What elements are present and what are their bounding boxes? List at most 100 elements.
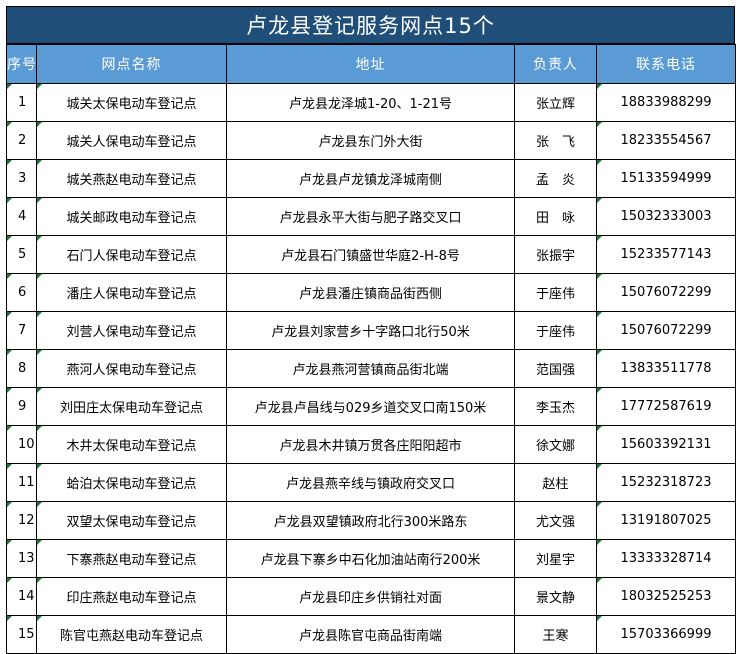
- row-address-cell: 卢龙县燕河营镇商品街北端: [226, 349, 515, 388]
- row-seq-cell: 6: [6, 273, 37, 312]
- row-phone-cell: 18833988299: [596, 83, 736, 122]
- header-row: 序号 网点名称 地址 负责人 联系电话: [6, 44, 736, 84]
- row-phone-cell: 13333328714: [596, 539, 736, 578]
- registration-points-sheet: 卢龙县登记服务网点15个 序号 网点名称 地址 负责人 联系电话 1 城关太保电动…: [6, 6, 736, 654]
- row-name-cell: 木井太保电动车登记点: [36, 425, 227, 464]
- table-row: 6 潘庄人保电动车登记点 卢龙县潘庄镇商品街西侧 于座伟 15076072299: [6, 273, 736, 312]
- header-seq: 序号: [6, 44, 37, 84]
- row-phone-cell: 15232318723: [596, 463, 736, 502]
- row-seq-cell: 13: [6, 539, 37, 578]
- row-seq-cell: 3: [6, 159, 37, 198]
- row-phone-cell: 15032333003: [596, 197, 736, 236]
- table-row: 9 刘田庄太保电动车登记点 卢龙县卢昌线与029乡道交叉口南150米 李玉杰 17772…: [6, 387, 736, 426]
- row-phone-cell: 15233577143: [596, 235, 736, 274]
- table-row: 11 蛤泊太保电动车登记点 卢龙县燕辛线与镇政府交叉口 赵柱 15232318723: [6, 463, 736, 502]
- row-person-cell: 赵柱: [514, 463, 597, 502]
- row-name-cell: 双望太保电动车登记点: [36, 501, 227, 540]
- row-address-cell: 卢龙县东门外大街: [226, 121, 515, 160]
- row-address-cell: 卢龙县下寨乡中石化加油站南行200米: [226, 539, 515, 578]
- row-phone-cell: 15603392131: [596, 425, 736, 464]
- row-person-cell: 刘星宇: [514, 539, 597, 578]
- row-person-cell: 于座伟: [514, 273, 597, 312]
- row-address-cell: 卢龙县陈官屯商品街南端: [226, 615, 515, 654]
- row-phone-cell: 13191807025: [596, 501, 736, 540]
- table-row: 2 城关人保电动车登记点 卢龙县东门外大街张 飞 18233554567: [6, 121, 736, 160]
- table-row: 12 双望太保电动车登记点 卢龙县双望镇政府北行300米路东 尤文强 131918070…: [6, 501, 736, 540]
- header-address: 地址: [226, 44, 515, 84]
- row-address-cell: 卢龙县卢昌线与029乡道交叉口南150米: [226, 387, 515, 426]
- row-seq-cell: 2: [6, 121, 37, 160]
- table-row: 15 陈官屯燕赵电动车登记点 卢龙县陈官屯商品街南端 王寒 15703366999: [6, 615, 736, 654]
- row-person-cell: 范国强: [514, 349, 597, 388]
- table-row: 8 燕河人保电动车登记点 卢龙县燕河营镇商品街北端 范国强 13833511778: [6, 349, 736, 388]
- table-row: 1 城关太保电动车登记点 卢龙县龙泽城1-20、1-21号 张立辉 1883398829…: [6, 83, 736, 122]
- row-phone-cell: 18032525253: [596, 577, 736, 616]
- table-row: 13 下寨燕赵电动车登记点 卢龙县下寨乡中石化加油站南行200米 刘星宇 1333332…: [6, 539, 736, 578]
- row-phone-cell: 15703366999: [596, 615, 736, 654]
- table-row: 3 城关燕赵电动车登记点 卢龙县卢龙镇龙泽城南侧孟 炎 15133594999: [6, 159, 736, 198]
- row-phone-cell: 13833511778: [596, 349, 736, 388]
- row-phone-cell: 17772587619: [596, 387, 736, 426]
- row-seq-cell: 11: [6, 463, 37, 502]
- row-name-cell: 印庄燕赵电动车登记点: [36, 577, 227, 616]
- row-address-cell: 卢龙县印庄乡供销社对面: [226, 577, 515, 616]
- table-row: 14 印庄燕赵电动车登记点 卢龙县印庄乡供销社对面 景文静 18032525253: [6, 577, 736, 616]
- row-person-cell: 王寒: [514, 615, 597, 654]
- row-seq-cell: 4: [6, 197, 37, 236]
- row-seq-cell: 1: [6, 83, 37, 122]
- row-name-cell: 城关邮政电动车登记点: [36, 197, 227, 236]
- row-name-cell: 潘庄人保电动车登记点: [36, 273, 227, 312]
- table-row: 7 刘营人保电动车登记点 卢龙县刘家营乡十字路口北行50米 于座伟 1507607229…: [6, 311, 736, 350]
- registration-points-table: 序号 网点名称 地址 负责人 联系电话 1 城关太保电动车登记点 卢龙县龙泽城1-2…: [6, 44, 736, 654]
- row-phone-cell: 15076072299: [596, 273, 736, 312]
- row-name-cell: 刘田庄太保电动车登记点: [36, 387, 227, 426]
- row-phone-cell: 15076072299: [596, 311, 736, 350]
- row-name-cell: 石门人保电动车登记点: [36, 235, 227, 274]
- table-row: 10 木井太保电动车登记点 卢龙县木井镇万贯各庄阳阳超市 徐文娜 15603392131: [6, 425, 736, 464]
- row-person-cell: 于座伟: [514, 311, 597, 350]
- row-seq-cell: 14: [6, 577, 37, 616]
- row-name-cell: 刘营人保电动车登记点: [36, 311, 227, 350]
- row-address-cell: 卢龙县木井镇万贯各庄阳阳超市: [226, 425, 515, 464]
- row-person-cell: 张 飞: [514, 121, 597, 160]
- row-person-cell: 张振宇: [514, 235, 597, 274]
- row-seq-cell: 9: [6, 387, 37, 426]
- row-person-cell: 张立辉: [514, 83, 597, 122]
- row-seq-cell: 15: [6, 615, 37, 654]
- row-person-cell: 尤文强: [514, 501, 597, 540]
- row-name-cell: 陈官屯燕赵电动车登记点: [36, 615, 227, 654]
- table-row: 5 石门人保电动车登记点 卢龙县石门镇盛世华庭2-H-8号 张振宇 1523357714…: [6, 235, 736, 274]
- row-seq-cell: 12: [6, 501, 37, 540]
- row-address-cell: 卢龙县双望镇政府北行300米路东: [226, 501, 515, 540]
- row-address-cell: 卢龙县石门镇盛世华庭2-H-8号: [226, 235, 515, 274]
- sheet-title: 卢龙县登记服务网点15个: [6, 6, 735, 44]
- row-name-cell: 城关太保电动车登记点: [36, 83, 227, 122]
- row-address-cell: 卢龙县永平大街与肥子路交叉口: [226, 197, 515, 236]
- row-name-cell: 蛤泊太保电动车登记点: [36, 463, 227, 502]
- row-name-cell: 城关燕赵电动车登记点: [36, 159, 227, 198]
- header-person: 负责人: [514, 44, 597, 84]
- row-address-cell: 卢龙县燕辛线与镇政府交叉口: [226, 463, 515, 502]
- row-seq-cell: 8: [6, 349, 37, 388]
- row-person-cell: 李玉杰: [514, 387, 597, 426]
- row-phone-cell: 18233554567: [596, 121, 736, 160]
- row-seq-cell: 5: [6, 235, 37, 274]
- row-address-cell: 卢龙县卢龙镇龙泽城南侧: [226, 159, 515, 198]
- row-person-cell: 徐文娜: [514, 425, 597, 464]
- row-phone-cell: 15133594999: [596, 159, 736, 198]
- row-address-cell: 卢龙县龙泽城1-20、1-21号: [226, 83, 515, 122]
- row-address-cell: 卢龙县潘庄镇商品街西侧: [226, 273, 515, 312]
- row-name-cell: 下寨燕赵电动车登记点: [36, 539, 227, 578]
- row-address-cell: 卢龙县刘家营乡十字路口北行50米: [226, 311, 515, 350]
- row-seq-cell: 7: [6, 311, 37, 350]
- row-person-cell: 孟 炎: [514, 159, 597, 198]
- row-name-cell: 城关人保电动车登记点: [36, 121, 227, 160]
- row-person-cell: 田 咏: [514, 197, 597, 236]
- row-person-cell: 景文静: [514, 577, 597, 616]
- header-phone: 联系电话: [596, 44, 736, 84]
- table-row: 4 城关邮政电动车登记点 卢龙县永平大街与肥子路交叉口田 咏 15032333003: [6, 197, 736, 236]
- header-name: 网点名称: [36, 44, 227, 84]
- row-name-cell: 燕河人保电动车登记点: [36, 349, 227, 388]
- table-body: 1 城关太保电动车登记点 卢龙县龙泽城1-20、1-21号 张立辉 1883398829…: [6, 83, 736, 654]
- row-seq-cell: 10: [6, 425, 37, 464]
